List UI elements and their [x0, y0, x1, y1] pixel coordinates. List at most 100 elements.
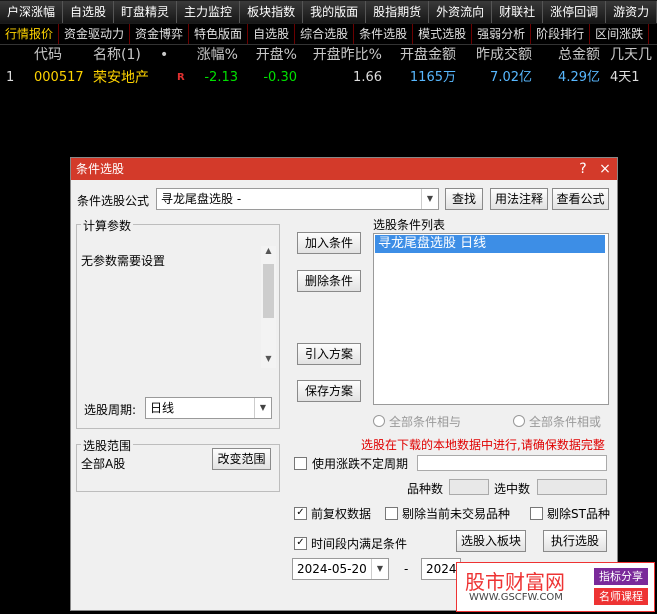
chevron-down-icon[interactable]: ▼ — [371, 559, 388, 579]
sub-nav-item[interactable]: 条件选股 — [354, 24, 414, 44]
exclude-untraded-label: 剔除当前未交易品种 — [402, 507, 511, 521]
find-button[interactable]: 查找 — [445, 188, 483, 210]
exclude-st-label: 剔除ST品种 — [547, 507, 610, 521]
add-condition-button[interactable]: 加入条件 — [297, 232, 361, 254]
radio-or[interactable] — [513, 415, 525, 427]
scroll-down-icon[interactable]: ▼ — [261, 354, 276, 368]
list-item[interactable]: 寻龙尾盘选股 日线 — [375, 235, 605, 253]
time-satisfy-checkbox[interactable]: ✓ — [294, 537, 307, 550]
top-nav-item[interactable]: 主力监控 — [177, 1, 241, 23]
col-name[interactable]: 名称(1) — [93, 44, 141, 66]
condition-list-label: 选股条件列表 — [373, 218, 446, 232]
condition-select-dialog: 条件选股 ? × 条件选股公式 寻龙尾盘选股 - ▼ 查找 用法注释 查看公式 … — [70, 157, 618, 611]
period-value: 日线 — [150, 401, 175, 415]
import-plan-button[interactable]: 引入方案 — [297, 343, 361, 365]
sub-nav-item[interactable]: 阶段排行 — [531, 24, 591, 44]
row-open-amount: 1165万 — [409, 70, 456, 85]
sub-nav-item[interactable]: 特色版面 — [189, 24, 249, 44]
row-open-ratio: 1.66 — [353, 70, 382, 85]
dialog-title: 条件选股 — [76, 162, 125, 176]
save-plan-button[interactable]: 保存方案 — [297, 380, 361, 402]
sub-nav-item[interactable]: 模式选股 — [413, 24, 473, 44]
row-change: -2.13 — [204, 70, 238, 85]
sub-nav-item[interactable]: 自选股 — [248, 24, 296, 44]
exclude-untraded-checkbox[interactable] — [385, 507, 398, 520]
selected-label: 选中数 — [494, 482, 531, 496]
selected-value — [537, 479, 607, 495]
prior-adjust-checkbox[interactable]: ✓ — [294, 507, 307, 520]
help-icon[interactable]: ? — [575, 158, 591, 180]
use-period-label: 使用涨跌不定周期 — [312, 457, 409, 471]
sub-nav-item[interactable]: 资金驱动力 — [59, 24, 131, 44]
top-nav-item[interactable]: 财联社 — [492, 1, 544, 23]
period-label: 选股周期: — [84, 403, 137, 417]
dialog-title-bar[interactable]: 条件选股 ? × — [71, 158, 617, 180]
count-label: 品种数 — [407, 482, 444, 496]
change-range-button[interactable]: 改变范围 — [212, 448, 271, 470]
col-open[interactable]: 开盘% — [241, 44, 297, 66]
top-nav-item[interactable]: 盯盘精灵 — [114, 1, 178, 23]
exclude-st-checkbox[interactable] — [530, 507, 543, 520]
params-group-label: 计算参数 — [81, 217, 134, 234]
sub-nav-item[interactable]: 区间涨跌 — [590, 24, 650, 44]
top-nav-item[interactable]: 股指期货 — [366, 1, 430, 23]
date-separator: - — [404, 562, 409, 576]
scroll-up-icon[interactable]: ▲ — [261, 246, 276, 260]
col-change[interactable]: 涨幅% — [183, 44, 238, 66]
formula-label: 条件选股公式 — [77, 194, 150, 208]
row-index: 1 — [6, 70, 15, 85]
radio-or-label: 全部条件相或 — [529, 415, 602, 429]
add-to-block-button[interactable]: 选股入板块 — [456, 530, 526, 552]
warning-text: 选股在下载的本地数据中进行,请确保数据完整 — [361, 438, 605, 452]
col-open-amount[interactable]: 开盘金额 — [386, 44, 456, 66]
top-nav-item[interactable]: 自选股 — [63, 1, 115, 23]
close-icon[interactable]: × — [597, 158, 613, 180]
watermark-logo: 股市财富网 WWW.GSCFW.COM 指标分享 名师课程 — [456, 562, 655, 612]
count-value — [449, 479, 489, 495]
col-code[interactable]: 代码 — [34, 44, 62, 66]
range-value: 全部A股 — [81, 457, 126, 471]
period-combo[interactable]: 日线 ▼ — [145, 397, 272, 419]
top-nav-item[interactable]: 外资流向 — [429, 1, 493, 23]
date-from-combo[interactable]: 2024-05-20 ▼ — [292, 558, 389, 580]
row-total-amount: 4.29亿 — [558, 70, 600, 85]
execute-select-button[interactable]: 执行选股 — [543, 530, 607, 552]
usage-note-button[interactable]: 用法注释 — [490, 188, 548, 210]
row-yesterday-volume: 7.02亿 — [490, 70, 532, 85]
sub-nav-item[interactable]: 行情报价 — [0, 24, 60, 44]
top-nav-item[interactable]: 户深涨幅 — [0, 1, 64, 23]
col-yesterday-volume[interactable]: 昨成交额 — [462, 44, 532, 66]
top-nav-item[interactable]: 游资力 — [606, 1, 657, 23]
use-period-checkbox[interactable] — [294, 457, 307, 470]
col-days[interactable]: 几天几 — [610, 44, 652, 66]
sub-nav-item[interactable]: 综合选股 — [295, 24, 355, 44]
formula-combo[interactable]: 寻龙尾盘选股 - ▼ — [156, 188, 439, 210]
radio-and[interactable] — [373, 415, 385, 427]
top-nav: 户深涨幅 自选股 盯盘精灵 主力监控 板块指数 我的版面 股指期货 外资流向 财联社 涨停回调 游资… — [0, 0, 657, 24]
top-nav-item[interactable]: 涨停回调 — [543, 1, 607, 23]
top-nav-item[interactable]: 我的版面 — [303, 1, 367, 23]
period-input[interactable] — [417, 455, 607, 471]
prior-adjust-label: 前复权数据 — [311, 507, 372, 521]
date-to-combo[interactable]: 2024- — [421, 558, 461, 580]
scroll-thumb[interactable] — [263, 264, 274, 318]
date-from-value: 2024-05-20 — [297, 562, 367, 576]
params-scrollbar[interactable]: ▲ ▼ — [261, 246, 276, 368]
view-formula-button[interactable]: 查看公式 — [552, 188, 609, 210]
col-total-amount[interactable]: 总金额 — [538, 44, 600, 66]
formula-value: 寻龙尾盘选股 - — [161, 192, 242, 206]
top-nav-item[interactable]: 板块指数 — [240, 1, 304, 23]
watermark-url: WWW.GSCFW.COM — [469, 592, 563, 603]
chevron-down-icon[interactable]: ▼ — [254, 398, 271, 418]
col-open-ratio[interactable]: 开盘昨比% — [300, 44, 382, 66]
delete-condition-button[interactable]: 删除条件 — [297, 270, 361, 292]
row-name: 荣安地产 — [93, 70, 149, 86]
condition-list[interactable]: 寻龙尾盘选股 日线 — [373, 233, 609, 405]
sub-nav: 行情报价 资金驱动力 资金博弈 特色版面 自选股 综合选股 条件选股 模式选股 强弱分析 阶段排行… — [0, 24, 657, 45]
chevron-down-icon[interactable]: ▼ — [421, 189, 438, 209]
sub-nav-item[interactable]: 资金博弈 — [130, 24, 190, 44]
watermark-tag-course: 名师课程 — [594, 588, 648, 605]
row-code: 000517 — [34, 70, 84, 85]
table-row[interactable]: 1 000517 荣安地产 R -2.13 -0.30 1.66 1165万 7… — [0, 67, 657, 89]
sub-nav-item[interactable]: 强弱分析 — [472, 24, 532, 44]
